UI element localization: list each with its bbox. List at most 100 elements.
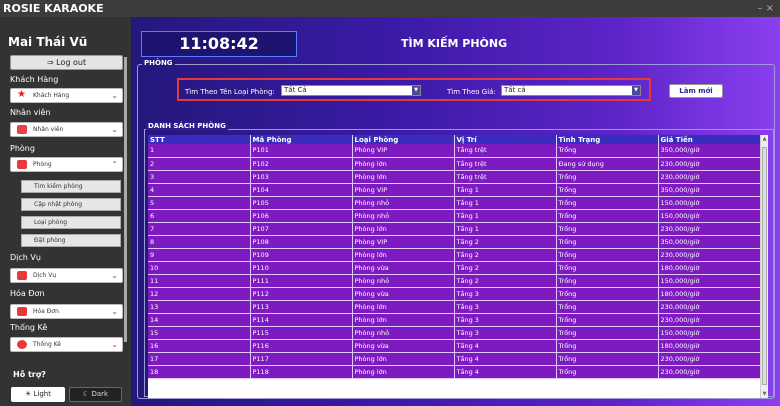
- table-row[interactable]: 11 P111 Phòng nhỏ Tầng 2 Trống 150,000/giờ: [148, 274, 761, 288]
- service-icon: [17, 271, 27, 280]
- table-cell: Phòng lớn: [352, 313, 455, 327]
- title-bar: ROSIE KARAOKE – ×: [0, 0, 780, 17]
- dropdown-hoa-don[interactable]: Hóa Đơn ⌄: [10, 304, 123, 319]
- table-cell: Phòng nhỏ: [352, 326, 455, 340]
- subitem-cap-nhat-phong[interactable]: Cập nhật phòng: [21, 198, 121, 211]
- column-header[interactable]: STT: [148, 135, 251, 144]
- logout-button[interactable]: ⇒ Log out: [10, 55, 123, 70]
- dark-theme-label: Dark: [91, 390, 109, 398]
- dropdown-dich-vu[interactable]: Dịch Vụ ⌄: [10, 268, 123, 283]
- table-row[interactable]: 6 P106 Phòng nhỏ Tầng 1 Trống 150,000/giờ: [148, 209, 761, 223]
- table-cell: 180,000/giờ: [658, 339, 761, 353]
- subitem-tim-kiem-phong[interactable]: Tìm kiếm phòng: [21, 180, 121, 193]
- table-cell: P101: [250, 144, 353, 158]
- room-icon: [17, 160, 27, 169]
- employee-icon: [17, 125, 27, 134]
- sidebar-scrollbar[interactable]: [124, 57, 127, 342]
- dark-theme-button[interactable]: ☾ Dark: [69, 387, 122, 402]
- sun-icon: ☀: [25, 390, 34, 398]
- table-cell: P103: [250, 170, 353, 184]
- table-cell: 230,000/giờ: [658, 222, 761, 236]
- table-cell: Tầng 4: [454, 352, 557, 366]
- table-cell: Đang sử dụng: [556, 157, 659, 171]
- dropdown-phong[interactable]: Phòng ⌃: [10, 157, 123, 172]
- table-cell: Trống: [556, 235, 659, 249]
- table-row[interactable]: 15 P115 Phòng nhỏ Tầng 3 Trống 150,000/giờ: [148, 326, 761, 340]
- table-row[interactable]: 18 P118 Phòng lớn Tầng 4 Trống 230,000/giờ: [148, 365, 761, 379]
- table-row[interactable]: 7 P107 Phòng lớn Tầng 1 Trống 230,000/giờ: [148, 222, 761, 236]
- scroll-down-icon[interactable]: ▼: [761, 391, 768, 397]
- section-label-dich-vu: Dịch Vụ: [10, 253, 41, 262]
- room-type-select[interactable]: Tất Cả ▼: [281, 85, 421, 96]
- table-cell: Tầng 2: [454, 274, 557, 288]
- page-title: TÌM KIẾM PHÒNG: [401, 37, 508, 50]
- table-cell: Phòng lớn: [352, 157, 455, 171]
- table-cell: 14: [148, 313, 251, 327]
- section-label-nhan-vien: Nhân viên: [10, 108, 51, 117]
- table-cell: Tầng 3: [454, 313, 557, 327]
- room-table: STT Mã Phòng Loại Phòng Vị Trí Tình Trạng Giá…: [148, 135, 761, 379]
- scroll-thumb[interactable]: [762, 147, 767, 385]
- table-cell: Trống: [556, 261, 659, 275]
- table-cell: 230,000/giờ: [658, 157, 761, 171]
- table-cell: Phòng nhỏ: [352, 274, 455, 288]
- subitem-loai-phong[interactable]: Loại phòng: [21, 216, 121, 229]
- table-cell: 18: [148, 365, 251, 379]
- table-row[interactable]: 5 P105 Phòng nhỏ Tầng 1 Trống 150,000/giờ: [148, 196, 761, 210]
- table-cell: Trống: [556, 183, 659, 197]
- table-row[interactable]: 17 P117 Phòng lớn Tầng 4 Trống 230,000/giờ: [148, 352, 761, 366]
- price-filter-label: Tìm Theo Giá:: [447, 88, 496, 96]
- price-select[interactable]: Tất cả ▼: [501, 85, 641, 96]
- column-header[interactable]: Loại Phòng: [352, 135, 455, 144]
- table-row[interactable]: 8 P108 Phòng VIP Tầng 2 Trống 350,000/giờ: [148, 235, 761, 249]
- chevron-down-icon: ⌄: [111, 125, 118, 134]
- table-cell: 9: [148, 248, 251, 262]
- table-row[interactable]: 13 P113 Phòng lớn Tầng 3 Trống 230,000/giờ: [148, 300, 761, 314]
- table-cell: Trống: [556, 248, 659, 262]
- dropdown-nhan-vien[interactable]: Nhân viên ⌄: [10, 122, 123, 137]
- section-label-hoa-don: Hóa Đơn: [10, 289, 45, 298]
- window-controls[interactable]: – ×: [757, 0, 774, 17]
- dropdown-thong-ke[interactable]: Thống Kê ⌄: [10, 337, 123, 352]
- dropdown-khach-hang[interactable]: ★ Khách Hàng ⌄: [10, 88, 123, 103]
- table-cell: Trống: [556, 170, 659, 184]
- table-row[interactable]: 3 P103 Phòng lớn Tầng trệt Trống 230,000/giờ: [148, 170, 761, 184]
- refresh-button[interactable]: Làm mới: [669, 84, 723, 98]
- column-header[interactable]: Giá Tiền: [658, 135, 761, 144]
- table-cell: P108: [250, 235, 353, 249]
- table-row[interactable]: 9 P109 Phòng lớn Tầng 2 Trống 230,000/giờ: [148, 248, 761, 262]
- table-row[interactable]: 4 P104 Phòng VIP Tầng 1 Trống 350,000/giờ: [148, 183, 761, 197]
- table-row[interactable]: 12 P112 Phòng vừa Tầng 3 Trống 180,000/giờ: [148, 287, 761, 301]
- table-cell: 150,000/giờ: [658, 274, 761, 288]
- table-cell: Phòng lớn: [352, 170, 455, 184]
- table-cell: Phòng lớn: [352, 365, 455, 379]
- chevron-up-icon: ⌃: [111, 160, 118, 169]
- table-row[interactable]: 1 P101 Phòng VIP Tầng trệt Trống 350,000/giờ: [148, 144, 761, 158]
- table-cell: 12: [148, 287, 251, 301]
- dropdown-thong-ke-label: Thống Kê: [33, 341, 61, 348]
- light-theme-label: Light: [33, 390, 51, 398]
- column-header[interactable]: Tình Trạng: [556, 135, 659, 144]
- subitem-dat-phong[interactable]: Đặt phòng: [21, 234, 121, 247]
- light-theme-button[interactable]: ☀ Light: [11, 387, 65, 402]
- scroll-up-icon[interactable]: ▲: [761, 136, 768, 142]
- table-cell: P102: [250, 157, 353, 171]
- table-cell: Trống: [556, 196, 659, 210]
- table-cell: P113: [250, 300, 353, 314]
- table-row[interactable]: 2 P102 Phòng lớn Tầng trệt Đang sử dụng 230,0…: [148, 157, 761, 171]
- column-header[interactable]: Mã Phòng: [250, 135, 353, 144]
- table-cell: P110: [250, 261, 353, 275]
- table-cell: Phòng nhỏ: [352, 196, 455, 210]
- table-cell: P117: [250, 352, 353, 366]
- table-row[interactable]: 10 P110 Phòng vừa Tầng 2 Trống 180,000/giờ: [148, 261, 761, 275]
- table-cell: 350,000/giờ: [658, 183, 761, 197]
- table-row[interactable]: 14 P114 Phòng lớn Tầng 3 Trống 230,000/giờ: [148, 313, 761, 327]
- table-cell: Phòng vừa: [352, 261, 455, 275]
- column-header[interactable]: Vị Trí: [454, 135, 557, 144]
- table-row[interactable]: 16 P116 Phòng vừa Tầng 4 Trống 180,000/giờ: [148, 339, 761, 353]
- table-scrollbar[interactable]: ▲ ▼: [760, 135, 768, 398]
- table-cell: Tầng 1: [454, 183, 557, 197]
- table-cell: Tầng 2: [454, 235, 557, 249]
- table-cell: Tầng 1: [454, 196, 557, 210]
- table-cell: 2: [148, 157, 251, 171]
